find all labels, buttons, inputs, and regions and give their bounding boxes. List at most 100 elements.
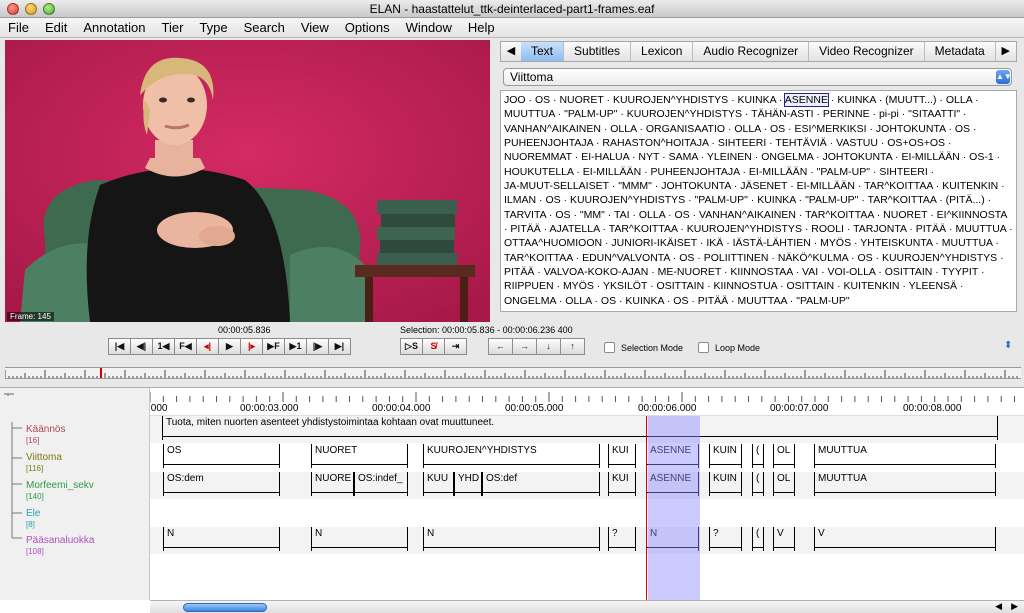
text-word[interactable]: NYT — [638, 151, 659, 163]
annotation[interactable]: ? — [709, 527, 742, 551]
text-word[interactable]: TAR^KOITTAA — [864, 180, 933, 192]
next-scrollview-button[interactable]: |▶ — [306, 338, 329, 355]
annotation[interactable]: KUIN — [709, 444, 742, 468]
text-word[interactable]: PERINNE — [823, 108, 870, 120]
menu-options[interactable]: Options — [337, 20, 398, 35]
tab-metadata[interactable]: Metadata — [925, 42, 996, 61]
text-word[interactable]: JOHTOKUNTA — [876, 123, 946, 135]
text-word[interactable]: OS — [679, 252, 694, 264]
text-word[interactable]: "MM" — [580, 209, 605, 221]
text-word[interactable]: VOI-OLLA — [828, 266, 876, 278]
text-word[interactable]: "PALM-UP" — [796, 295, 849, 307]
text-word[interactable]: KUINKA — [837, 94, 876, 106]
text-word[interactable]: OSITTAIN — [786, 280, 834, 292]
annotation[interactable]: N — [311, 527, 408, 551]
loop-mode-checkbox[interactable]: Loop Mode — [698, 342, 760, 353]
go-to-begin-button[interactable]: |◀ — [108, 338, 131, 355]
text-word[interactable]: "PALM-UP" — [805, 194, 858, 206]
loop-mode-box[interactable] — [698, 342, 709, 353]
text-word[interactable]: OS — [535, 94, 550, 106]
text-word[interactable]: POLIITTINEN — [704, 252, 769, 264]
annotation[interactable]: OS:dem — [163, 472, 280, 496]
text-word[interactable]: OLLA — [639, 209, 665, 221]
selection-mode-box[interactable] — [604, 342, 615, 353]
text-word[interactable]: KUUROJEN^YHDISTYS — [627, 108, 742, 120]
annotation[interactable]: MUUTTUA — [814, 444, 996, 468]
scrollbar-thumb[interactable] — [183, 603, 267, 612]
text-word[interactable]: KIINNOSTUA — [714, 280, 778, 292]
text-word[interactable]: TAR^KOITTAA — [504, 252, 573, 264]
annotation[interactable]: KUI — [608, 472, 636, 496]
menu-view[interactable]: View — [293, 20, 337, 35]
next-pixel-button[interactable]: |▸ — [240, 338, 263, 355]
annotation[interactable]: KUIN — [709, 472, 742, 496]
previous-annotation-button[interactable]: ← — [488, 338, 513, 355]
annotation[interactable]: V — [814, 527, 996, 551]
annotation[interactable]: NUORE — [311, 472, 354, 496]
annotation[interactable]: Tuota, miten nuorten asenteet yhdistysto… — [162, 416, 998, 440]
annotation[interactable]: ( — [752, 472, 764, 496]
text-word[interactable]: (MUUTT...) — [885, 94, 936, 106]
text-word[interactable]: PUHEENJOHTAJA — [504, 137, 593, 149]
tier-down-button[interactable]: ↓ — [536, 338, 561, 355]
text-word[interactable]: TARJONTA — [853, 223, 906, 235]
menu-help[interactable]: Help — [460, 20, 503, 35]
text-word[interactable]: JA-MUUT-SELLAISET — [504, 180, 609, 192]
text-word[interactable]: MYÖS — [563, 280, 594, 292]
annotation[interactable]: YHD — [454, 472, 482, 496]
selection-mode-checkbox[interactable]: Selection Mode — [604, 342, 683, 353]
menu-file[interactable]: File — [0, 20, 37, 35]
menu-window[interactable]: Window — [398, 20, 460, 35]
time-ruler[interactable]: :000 00:00:03.000 00:00:04.000 00:00:05.… — [150, 388, 1024, 416]
text-word[interactable]: OS — [673, 295, 688, 307]
text-word[interactable]: ORGANISAATIO — [646, 123, 725, 135]
text-word[interactable]: PITÄÄ — [504, 266, 534, 278]
text-word[interactable]: EI-HALUA — [581, 151, 629, 163]
tier-up-button[interactable]: ↑ — [560, 338, 585, 355]
clear-selection-button[interactable]: S̸ — [422, 338, 445, 355]
text-word[interactable]: RAHASTON^HOITAJA — [602, 137, 708, 149]
text-word[interactable]: MUUTTUA — [504, 108, 555, 120]
text-word[interactable]: OS — [857, 252, 872, 264]
text-word[interactable]: "PALM-UP" — [817, 166, 870, 178]
text-word[interactable]: OS+OS+OS — [887, 137, 945, 149]
text-word[interactable]: TAR^KOITTAA — [609, 223, 678, 235]
text-word[interactable]: ME-NUORET — [658, 266, 721, 278]
text-word[interactable]: OLLA — [946, 94, 972, 106]
text-word[interactable]: VANHAN^AIKAINEN — [699, 209, 796, 221]
annotation[interactable]: V — [773, 527, 795, 551]
text-word[interactable]: OS — [555, 209, 570, 221]
text-word[interactable]: EI-MILLÄÄN — [583, 166, 641, 178]
text-word[interactable]: KUINKA — [757, 194, 796, 206]
tab-subtitles[interactable]: Subtitles — [564, 42, 632, 61]
annotation[interactable]: MUUTTUA — [814, 472, 996, 496]
annotation[interactable]: KUI — [608, 444, 636, 468]
text-word[interactable]: MUUTTUA — [942, 237, 993, 249]
tab-lexicon[interactable]: Lexicon — [631, 42, 694, 61]
crosshair-cursor[interactable] — [646, 416, 647, 600]
time-selection-highlight[interactable] — [648, 416, 700, 600]
next-frame-button[interactable]: ▶F — [262, 338, 285, 355]
text-word[interactable]: JUNIORI-IKÄISET — [611, 237, 697, 249]
text-word[interactable]: OLLA — [565, 295, 591, 307]
text-word[interactable]: YKSILÖT — [603, 280, 647, 292]
text-word[interactable]: IKÄ — [706, 237, 723, 249]
text-word[interactable]: NUORET — [883, 209, 927, 221]
text-word[interactable]: ESI^MERKIKSI — [795, 123, 867, 135]
text-word[interactable]: TARVITA — [504, 209, 546, 221]
text-word[interactable]: JOHTOKUNTA — [661, 180, 731, 192]
go-to-end-button[interactable]: ▶| — [328, 338, 351, 355]
annotation[interactable]: OL — [773, 472, 795, 496]
text-word[interactable]: OS — [545, 194, 560, 206]
play-selection-button[interactable]: ▷S — [400, 338, 423, 355]
text-word[interactable]: PITÄÄ — [698, 295, 728, 307]
annotation[interactable]: N — [423, 527, 600, 551]
text-word[interactable]: (PITÄ...) — [946, 194, 985, 206]
text-word[interactable]: JOHTOKUNTA — [822, 151, 892, 163]
text-word[interactable]: PITÄÄ — [916, 223, 946, 235]
text-word[interactable]: "PALM-UP" — [564, 108, 617, 120]
text-word[interactable]: "MMM" — [618, 180, 652, 192]
text-word[interactable]: EI-MILLÄÄN — [749, 166, 807, 178]
text-word[interactable]: pi-pi — [879, 108, 899, 120]
text-word[interactable]: OSITTAIN — [657, 280, 705, 292]
